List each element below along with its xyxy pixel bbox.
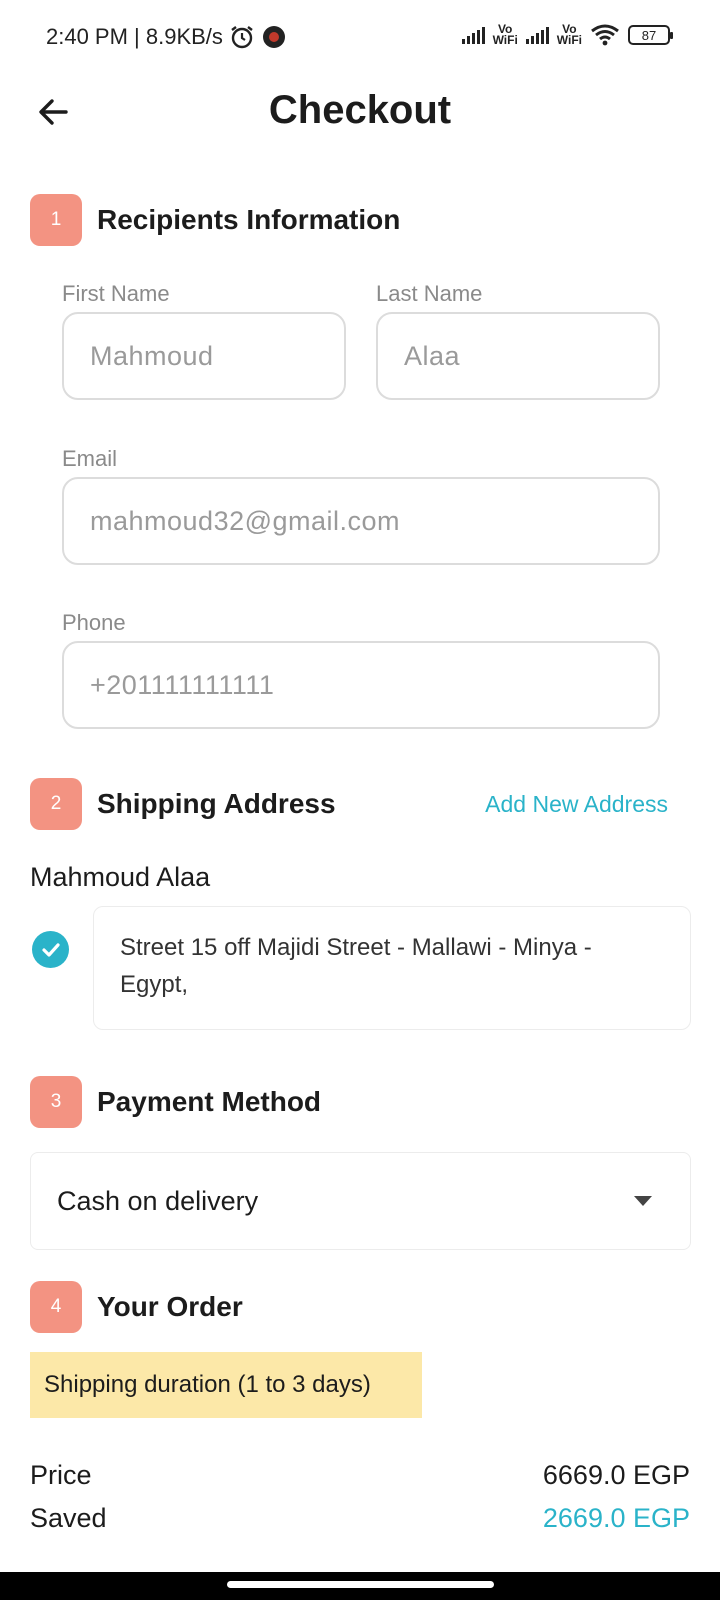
home-gesture-handle[interactable] xyxy=(227,1581,494,1588)
first-name-value: Mahmoud xyxy=(90,340,214,371)
app-notification-icon xyxy=(262,26,285,48)
signal-icon-1 xyxy=(461,26,485,44)
email-label: Email xyxy=(62,446,118,471)
payment-method-selected: Cash on delivery xyxy=(57,1185,259,1216)
section-title-payment: Payment Method xyxy=(97,1086,322,1117)
status-time-speed: 2:40 PM | 8.9KB/s xyxy=(46,24,223,49)
first-name-label: First Name xyxy=(62,281,170,306)
last-name-label: Last Name xyxy=(376,281,483,306)
add-new-address-link[interactable]: Add New Address xyxy=(485,791,668,818)
payment-method-dropdown[interactable]: Cash on delivery xyxy=(30,1152,691,1250)
battery-indicator: 87 xyxy=(628,25,673,45)
saved-value: 2669.0 EGP xyxy=(542,1503,690,1533)
signal-icon-2 xyxy=(525,26,549,44)
step-badge-1: 1 xyxy=(30,194,82,246)
shipping-duration-notice: Shipping duration (1 to 3 days) xyxy=(30,1352,422,1418)
section-order-header: 4 Your Order xyxy=(30,1280,690,1334)
alarm-icon xyxy=(231,26,253,49)
status-right: Vo WiFi Vo WiFi 87 xyxy=(461,22,673,47)
section-recipients-header: 1 Recipients Information xyxy=(30,193,690,247)
step-badge-2: 2 xyxy=(30,778,82,830)
vowifi-icon-2: Vo WiFi xyxy=(556,22,582,47)
system-nav-bar xyxy=(0,1572,720,1600)
step-badge-3: 3 xyxy=(30,1076,82,1128)
address-card[interactable]: Street 15 off Majidi Street - Mallawi - … xyxy=(93,906,691,1030)
section-title-recipients: Recipients Information xyxy=(97,204,401,235)
checkmark-icon xyxy=(41,942,60,957)
vowifi-icon-1: Vo WiFi xyxy=(492,22,518,47)
email-field[interactable]: mahmoud32@gmail.com xyxy=(62,477,660,565)
first-name-field[interactable]: Mahmoud xyxy=(62,312,346,400)
battery-level: 87 xyxy=(641,27,657,43)
section-title-shipping: Shipping Address xyxy=(97,788,336,819)
last-name-field[interactable]: Alaa xyxy=(376,312,660,400)
address-selected-check-icon[interactable] xyxy=(32,931,69,968)
phone-label: Phone xyxy=(62,610,126,635)
phone-field[interactable]: +201111111111 xyxy=(62,641,660,729)
phone-value: +201111111111 xyxy=(90,669,275,700)
section-title-order: Your Order xyxy=(97,1291,243,1322)
page-title: Checkout xyxy=(268,88,452,132)
step-badge-4: 4 xyxy=(30,1281,82,1333)
price-row: Price 6669.0 EGP xyxy=(30,1460,690,1491)
saved-row: Saved 2669.0 EGP xyxy=(30,1503,690,1534)
address-text: Street 15 off Majidi Street - Mallawi - … xyxy=(120,934,592,998)
section-payment-header: 3 Payment Method xyxy=(30,1075,690,1129)
price-value: 6669.0 EGP xyxy=(542,1460,690,1490)
app-bar: Checkout xyxy=(0,80,720,144)
email-value: mahmoud32@gmail.com xyxy=(90,505,401,536)
status-bar: 2:40 PM | 8.9KB/s Vo WiFi Vo WiFi 87 xyxy=(0,0,720,80)
wifi-icon xyxy=(591,24,619,46)
address-recipient-name: Mahmoud Alaa xyxy=(30,862,211,892)
status-left: 2:40 PM | 8.9KB/s xyxy=(46,24,287,50)
saved-label: Saved xyxy=(30,1503,107,1533)
last-name-value: Alaa xyxy=(404,340,461,371)
section-shipping-header: 2 Shipping Address Add New Address xyxy=(30,777,690,831)
price-label: Price xyxy=(30,1460,92,1490)
dropdown-caret-icon xyxy=(634,1196,652,1206)
